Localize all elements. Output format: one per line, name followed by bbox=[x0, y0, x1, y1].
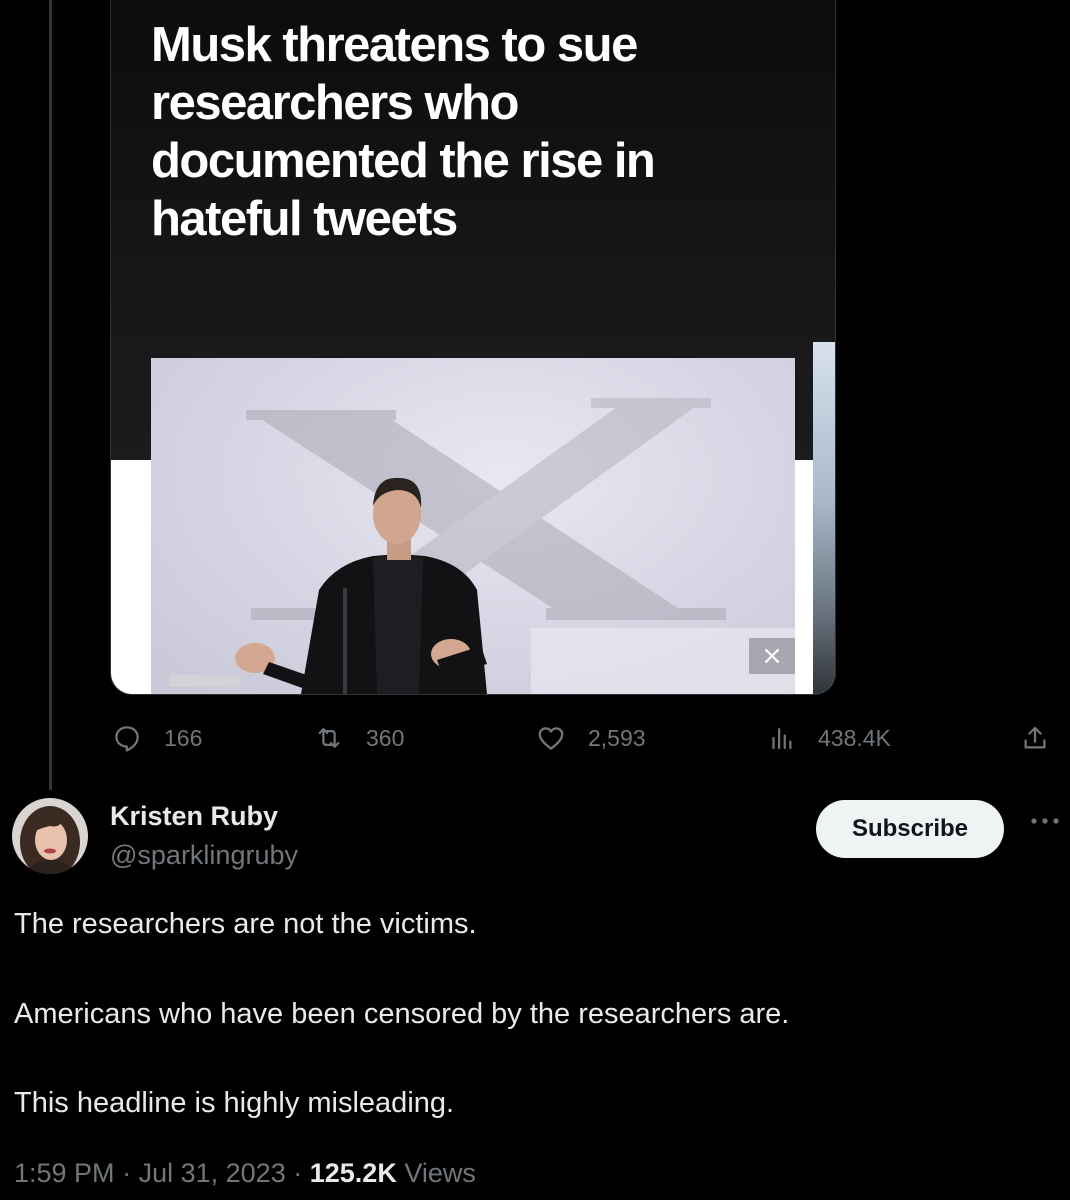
retweet-count: 360 bbox=[366, 724, 405, 751]
tweet-paragraph: The researchers are not the victims. bbox=[14, 908, 477, 940]
avatar[interactable] bbox=[12, 798, 88, 874]
views-button[interactable]: 438.4K bbox=[766, 718, 891, 758]
meta-separator: · bbox=[122, 1158, 132, 1188]
reply-icon bbox=[115, 726, 139, 752]
photo-illustration bbox=[235, 398, 795, 694]
article-headline: Musk threatens to sue researchers who do… bbox=[151, 18, 656, 246]
share-icon bbox=[1024, 726, 1046, 749]
share-button[interactable] bbox=[1020, 718, 1050, 758]
retweet-button[interactable]: 360 bbox=[314, 718, 404, 758]
article-photo[interactable] bbox=[151, 344, 795, 694]
user-handle[interactable]: @sparklingruby bbox=[110, 840, 298, 871]
x-logo-backdrop bbox=[246, 398, 726, 620]
photo-caption-tab bbox=[169, 675, 241, 687]
subscribe-button[interactable]: Subscribe bbox=[816, 800, 1004, 858]
close-icon[interactable]: × bbox=[749, 638, 795, 674]
like-button[interactable]: 2,593 bbox=[536, 718, 646, 758]
display-name[interactable]: Kristen Ruby bbox=[110, 801, 278, 832]
like-count: 2,593 bbox=[588, 724, 646, 751]
tweet-time[interactable]: 1:59 PM bbox=[14, 1158, 115, 1188]
tweet-metadata: 1:59 PM · Jul 31, 2023 · 125.2K Views bbox=[14, 1158, 476, 1189]
meta-separator: · bbox=[293, 1158, 303, 1188]
views-label: Views bbox=[404, 1158, 476, 1188]
views-count: 438.4K bbox=[818, 724, 891, 751]
embedded-article-card[interactable]: Musk threatens to sue researchers who do… bbox=[110, 0, 836, 695]
reply-button[interactable]: 166 bbox=[112, 718, 202, 758]
photo-stage-backdrop bbox=[151, 358, 795, 694]
tweet-action-bar: 166 360 2,593 438.4K bbox=[0, 718, 1070, 758]
reply-count: 166 bbox=[164, 724, 203, 751]
thread-connector-line bbox=[49, 0, 52, 790]
tweet-view-count: 125.2K bbox=[309, 1158, 397, 1188]
tweet-date[interactable]: Jul 31, 2023 bbox=[139, 1158, 286, 1188]
tweet-paragraph: Americans who have been censored by the … bbox=[14, 998, 790, 1030]
tweet-paragraph: This headline is highly misleading. bbox=[14, 1087, 455, 1119]
more-icon[interactable] bbox=[1030, 816, 1060, 826]
retweet-icon bbox=[318, 728, 340, 748]
avatar-portrait bbox=[12, 798, 88, 874]
views-bar-chart-icon bbox=[772, 728, 792, 750]
heart-icon bbox=[538, 727, 564, 750]
card-adjacent-image-sliver bbox=[813, 342, 835, 694]
